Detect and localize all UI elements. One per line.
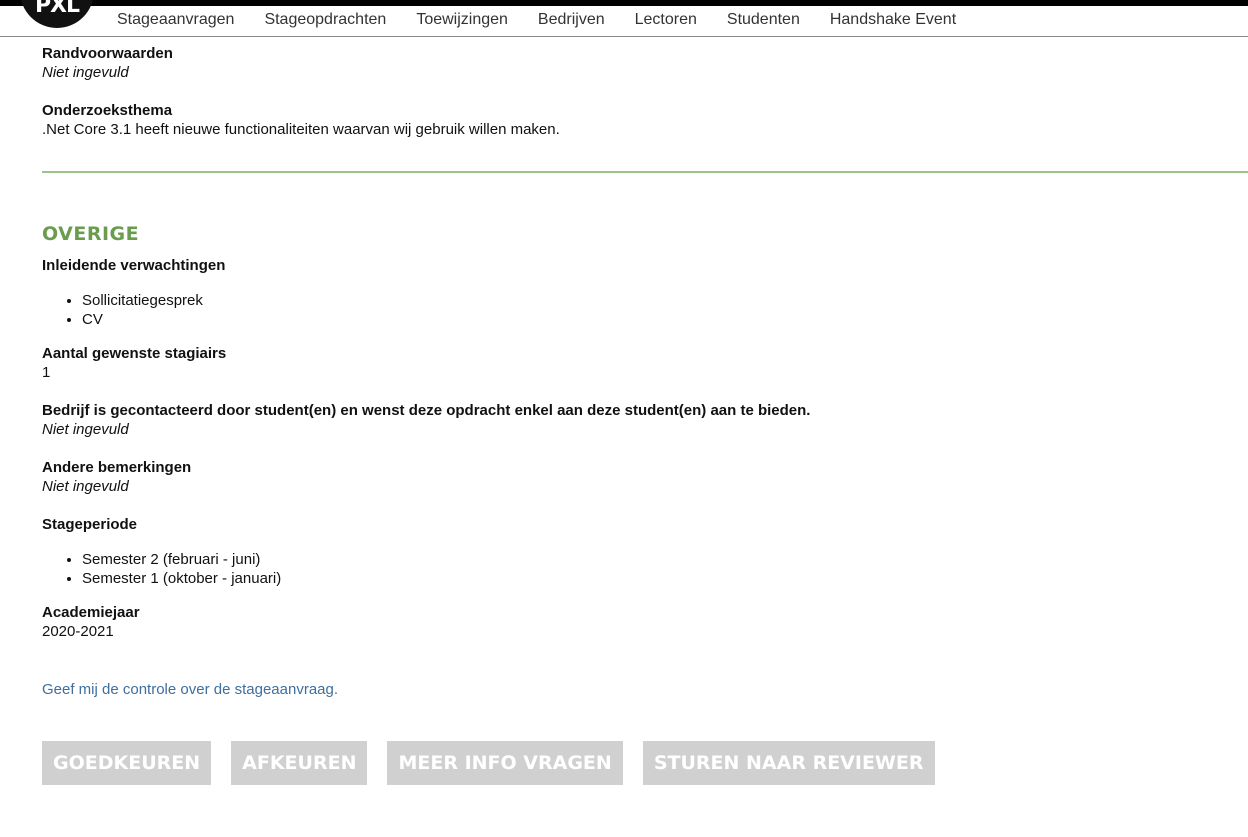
field-value: 1 — [42, 364, 51, 381]
field-onderzoeksthema: Onderzoeksthema .Net Core 3.1 heeft nieu… — [42, 102, 1248, 139]
reject-button[interactable]: AFKEUREN — [231, 741, 368, 785]
field-value: Niet ingevuld — [42, 421, 129, 438]
nav-item-studenten[interactable]: Studenten — [727, 11, 800, 29]
field-value: .Net Core 3.1 heeft nieuwe functionalite… — [42, 121, 560, 138]
field-label: Inleidende verwachtingen — [42, 257, 226, 274]
field-label: Stageperiode — [42, 516, 138, 533]
field-inleidende-verwachtingen: Inleidende verwachtingen Sollicitatieges… — [42, 257, 1248, 329]
send-to-reviewer-button[interactable]: STUREN NAAR REVIEWER — [642, 741, 935, 785]
list-item: Semester 2 (februari - juni) — [82, 550, 1248, 569]
field-label: Andere bemerkingen — [42, 459, 192, 476]
main-navigation: PXL Stageaanvragen Stageopdrachten Toewi… — [0, 0, 1248, 37]
field-value: 2020-2021 — [42, 623, 114, 640]
nav-item-stageopdrachten[interactable]: Stageopdrachten — [264, 11, 386, 29]
field-label: Onderzoeksthema — [42, 102, 173, 119]
action-buttons: GOEDKEUREN AFKEUREN MEER INFO VRAGEN STU… — [42, 741, 955, 785]
nav-item-stageaanvragen[interactable]: Stageaanvragen — [117, 11, 234, 29]
stageperiode-list: Semester 2 (februari - juni) Semester 1 … — [42, 550, 1248, 588]
field-aantal-stagiairs: Aantal gewenste stagiairs 1 — [42, 345, 1248, 382]
list-item: CV — [82, 310, 1248, 329]
pxl-logo[interactable]: PXL — [20, 0, 94, 28]
nav-item-toewijzingen[interactable]: Toewijzingen — [416, 11, 508, 29]
request-more-info-button[interactable]: MEER INFO VRAGEN — [387, 741, 623, 785]
field-randvoorwaarden: Randvoorwaarden Niet ingevuld — [42, 45, 1248, 82]
field-academiejaar: Academiejaar 2020-2021 — [42, 604, 1248, 641]
field-value: Niet ingevuld — [42, 64, 129, 81]
nav-item-handshake-event[interactable]: Handshake Event — [830, 11, 956, 29]
field-label: Randvoorwaarden — [42, 45, 173, 62]
approve-button[interactable]: GOEDKEUREN — [42, 741, 212, 785]
field-label: Bedrijf is gecontacteerd door student(en… — [42, 402, 811, 419]
field-stageperiode: Stageperiode Semester 2 (februari - juni… — [42, 516, 1248, 588]
field-value: Niet ingevuld — [42, 478, 129, 495]
section-title-overige: OVERIGE — [42, 223, 140, 245]
list-item: Sollicitatiegesprek — [82, 291, 1248, 310]
field-andere-bemerkingen: Andere bemerkingen Niet ingevuld — [42, 459, 1248, 496]
field-label: Academiejaar — [42, 604, 140, 621]
field-label: Aantal gewenste stagiairs — [42, 345, 227, 362]
list-item: Semester 1 (oktober - januari) — [82, 569, 1248, 588]
field-gecontacteerd: Bedrijf is gecontacteerd door student(en… — [42, 402, 1248, 439]
nav-items: Stageaanvragen Stageopdrachten Toewijzin… — [117, 11, 986, 29]
logo-text: PXL — [34, 0, 80, 18]
inleidende-list: Sollicitatiegesprek CV — [42, 291, 1248, 329]
nav-item-lectoren[interactable]: Lectoren — [635, 11, 697, 29]
nav-item-bedrijven[interactable]: Bedrijven — [538, 11, 605, 29]
detail-content: Randvoorwaarden Niet ingevuld Onderzoeks… — [42, 45, 1248, 698]
take-control-link[interactable]: Geef mij de controle over de stageaanvra… — [42, 681, 1248, 698]
